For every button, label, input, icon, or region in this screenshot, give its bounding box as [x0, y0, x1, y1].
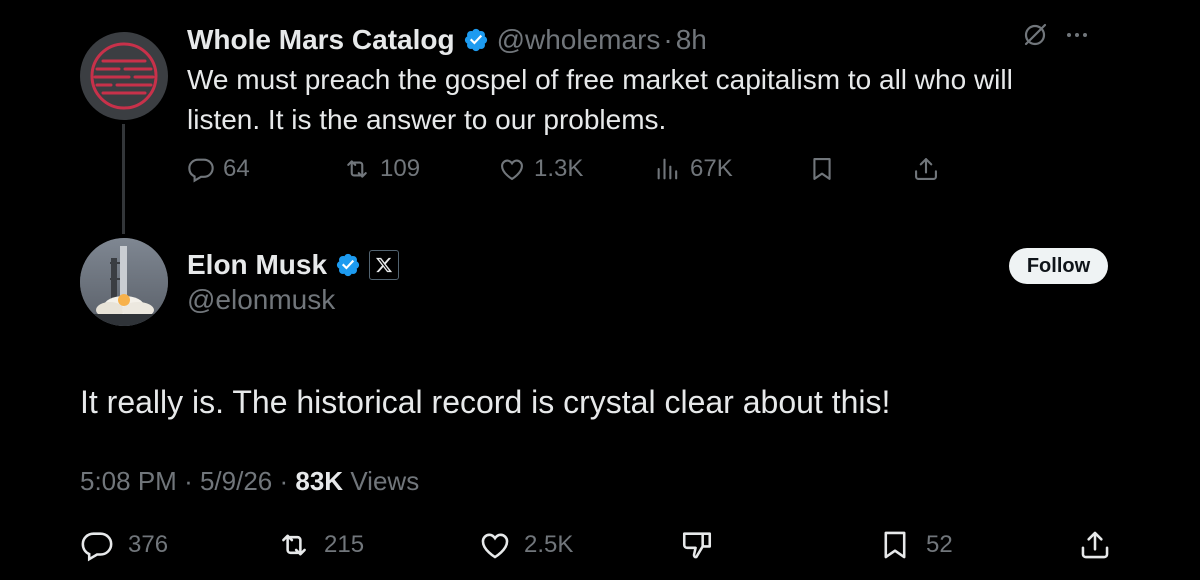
verified-badge-icon [335, 252, 361, 278]
views-total: 83K [295, 466, 344, 496]
repost-count: 215 [324, 531, 365, 558]
tweet-date[interactable]: 5/9/26 [200, 466, 272, 496]
repost-button[interactable]: 215 [276, 528, 364, 562]
grok-icon[interactable] [1022, 22, 1048, 48]
separator-dot: · [663, 24, 673, 55]
rocket-launch-image [80, 238, 168, 326]
downvote-icon [682, 532, 712, 559]
wholemars-avatar[interactable] [80, 32, 168, 120]
parent-tweet-options [1022, 22, 1088, 48]
thread-connector-line [122, 124, 125, 234]
reply-button[interactable]: 64 [187, 155, 250, 183]
share-button[interactable] [912, 155, 940, 183]
share-icon [915, 158, 937, 180]
like-button[interactable]: 2.5K [478, 528, 573, 562]
views-button[interactable]: 67K [654, 155, 733, 183]
views-label: Views [350, 466, 420, 496]
more-options-icon[interactable] [1066, 31, 1088, 39]
repost-icon [282, 534, 306, 556]
parent-display-name[interactable]: Whole Mars Catalog [187, 24, 455, 56]
like-button[interactable]: 1.3K [498, 155, 583, 183]
views-count: 67K [690, 155, 733, 182]
reply-icon [188, 158, 214, 183]
reply-count: 64 [223, 155, 250, 182]
main-tweet-header: Elon Musk [187, 245, 400, 285]
dislike-button[interactable] [680, 528, 714, 562]
main-handle[interactable]: @elonmusk [187, 284, 335, 316]
separator-dot: · [184, 466, 200, 496]
bookmark-button[interactable]: 52 [878, 528, 953, 562]
analytics-icon [657, 158, 678, 180]
bookmark-icon [884, 531, 906, 559]
share-button[interactable] [1078, 528, 1112, 562]
tweet-meta: 5:08 PM · 5/9/26 · 83K Views [80, 466, 419, 497]
bookmark-button[interactable] [808, 155, 836, 183]
parent-tweet-text: We must preach the gospel of free market… [187, 64, 1013, 135]
x-affiliation-badge-icon[interactable] [369, 250, 400, 280]
bookmark-icon [813, 158, 831, 180]
parent-tweet-header: Whole Mars Catalog @wholemars · 8h [187, 20, 707, 60]
main-tweet-text: It really is. The historical record is c… [80, 384, 891, 420]
like-count: 1.3K [534, 155, 584, 182]
heart-icon [481, 533, 509, 559]
elonmusk-avatar[interactable] [80, 238, 168, 326]
heart-icon [501, 159, 523, 181]
repost-count: 109 [380, 155, 421, 182]
follow-button[interactable]: Follow [1009, 248, 1108, 284]
tweet-time[interactable]: 5:08 PM [80, 466, 177, 496]
repost-button[interactable]: 109 [342, 155, 420, 183]
parent-timestamp[interactable]: 8h [676, 24, 707, 56]
mars-logo-icon [90, 42, 158, 110]
share-icon [1081, 531, 1109, 559]
like-count: 2.5K [524, 531, 574, 558]
parent-handle[interactable]: @wholemars [497, 24, 661, 56]
bookmark-count: 52 [926, 531, 953, 558]
reply-icon [81, 532, 113, 562]
reply-count: 376 [128, 531, 169, 558]
main-display-name[interactable]: Elon Musk [187, 249, 327, 281]
repost-icon [347, 160, 367, 178]
reply-button[interactable]: 376 [80, 528, 168, 562]
verified-badge-icon [463, 27, 489, 53]
separator-dot: · [279, 466, 296, 496]
